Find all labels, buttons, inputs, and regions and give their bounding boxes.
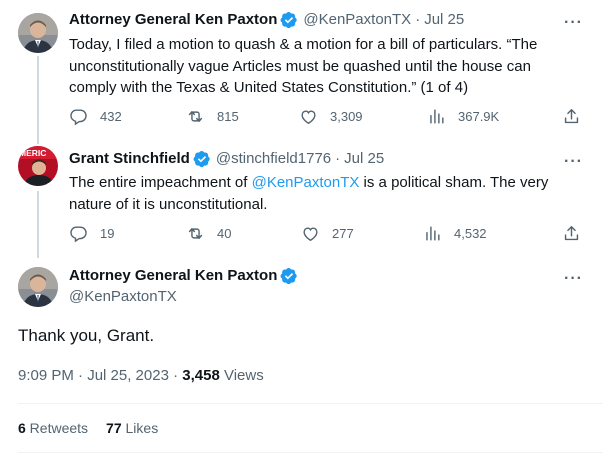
- views-button[interactable]: 4,532: [423, 224, 487, 243]
- author-name[interactable]: Grant Stinchfield: [69, 149, 190, 169]
- tweet-stinchfield[interactable]: MERIC Grant Stinchfield @stinchfield1776…: [0, 138, 603, 258]
- separator-dot: ·: [335, 150, 341, 167]
- main-tweet-text: Thank you, Grant.: [18, 326, 155, 345]
- share-button[interactable]: [562, 224, 581, 243]
- retweets-stat[interactable]: 6 Retweets: [18, 420, 88, 436]
- tweet-timestamp[interactable]: 9:09 PM · Jul 25, 2023 ·: [18, 367, 182, 384]
- tweet-timestamp-views: 9:09 PM · Jul 25, 2023 · 3,458 Views: [18, 366, 264, 386]
- main-tweet-header: Attorney General Ken Paxton @KenPaxtonTX: [69, 266, 298, 307]
- share-icon: [564, 226, 579, 241]
- like-button[interactable]: 277: [301, 224, 354, 243]
- tweet-actions: 19 40 277 4,532: [69, 224, 591, 246]
- views-button[interactable]: 367.9K: [427, 107, 499, 126]
- reply-button[interactable]: 432: [69, 107, 122, 126]
- tweet-header: Attorney General Ken Paxton @KenPaxtonTX…: [69, 10, 464, 30]
- tweet-paxton-1[interactable]: Attorney General Ken Paxton @KenPaxtonTX…: [0, 0, 603, 140]
- retweet-count: 815: [217, 109, 239, 124]
- thread-line: [37, 56, 39, 138]
- retweet-icon: [188, 111, 203, 122]
- separator-dot: ·: [415, 11, 421, 28]
- more-options-icon[interactable]: ···: [564, 154, 583, 170]
- reply-icon: [70, 226, 87, 243]
- views-count: 4,532: [454, 226, 487, 241]
- likes-stat[interactable]: 77 Likes: [106, 420, 158, 436]
- views-count: 367.9K: [458, 109, 500, 124]
- retweet-icon: [188, 228, 203, 239]
- author-name[interactable]: Attorney General Ken Paxton: [69, 10, 277, 30]
- avatar-paxton-main[interactable]: [18, 267, 58, 307]
- heart-icon: [303, 227, 318, 242]
- more-options-icon[interactable]: ···: [564, 15, 583, 31]
- likes-count: 77: [106, 420, 122, 436]
- author-name[interactable]: Attorney General Ken Paxton: [69, 266, 277, 286]
- retweet-count: 40: [217, 226, 232, 241]
- likes-label: Likes: [121, 420, 159, 436]
- tweet-date[interactable]: Jul 25: [424, 10, 464, 30]
- avatar-paxton[interactable]: [18, 13, 58, 53]
- tweet-text: The entire impeachment of @KenPaxtonTX i…: [69, 172, 564, 215]
- avatar-stinchfield[interactable]: MERIC: [18, 146, 58, 186]
- retweets-count: 6: [18, 420, 26, 436]
- retweets-label: Retweets: [25, 420, 89, 436]
- share-button[interactable]: [562, 107, 581, 126]
- reply-count: 19: [100, 226, 115, 241]
- avatar-text: MERIC: [19, 148, 46, 158]
- retweet-button[interactable]: 815: [186, 107, 239, 126]
- text-before-mention: The entire impeachment of: [69, 174, 252, 191]
- reply-button[interactable]: 19: [69, 224, 114, 243]
- heart-icon: [301, 110, 316, 125]
- thread-line-top: [37, 138, 39, 144]
- retweet-button[interactable]: 40: [186, 224, 231, 243]
- author-handle[interactable]: @KenPaxtonTX: [69, 287, 298, 307]
- tweet-actions: 432 815 3,309 367.9K: [69, 107, 591, 129]
- views-label: Views: [219, 367, 264, 384]
- verified-badge-icon: [193, 150, 211, 168]
- author-handle[interactable]: @stinchfield1776: [216, 149, 331, 169]
- views-count: 3,458: [182, 367, 220, 384]
- share-icon: [564, 109, 579, 124]
- views-bar-chart-icon: [430, 109, 444, 124]
- reply-count: 432: [100, 109, 122, 124]
- mention-link[interactable]: @KenPaxtonTX: [252, 174, 360, 191]
- engagement-stats: 6 Retweets 77 Likes: [18, 418, 158, 438]
- tweet-text: Today, I filed a motion to quash & a mot…: [69, 36, 538, 96]
- thread-line: [37, 191, 39, 258]
- like-count: 277: [332, 226, 354, 241]
- like-count: 3,309: [330, 109, 363, 124]
- tweet-header: Grant Stinchfield @stinchfield1776 · Jul…: [69, 149, 384, 169]
- more-options-icon[interactable]: ···: [564, 271, 583, 287]
- author-handle[interactable]: @KenPaxtonTX: [303, 10, 411, 30]
- like-button[interactable]: 3,309: [299, 107, 363, 126]
- verified-badge-icon: [280, 267, 298, 285]
- divider: [18, 452, 603, 453]
- divider: [18, 403, 603, 404]
- views-bar-chart-icon: [426, 226, 440, 241]
- reply-icon: [70, 109, 87, 126]
- tweet-date[interactable]: Jul 25: [344, 149, 384, 169]
- verified-badge-icon: [280, 11, 298, 29]
